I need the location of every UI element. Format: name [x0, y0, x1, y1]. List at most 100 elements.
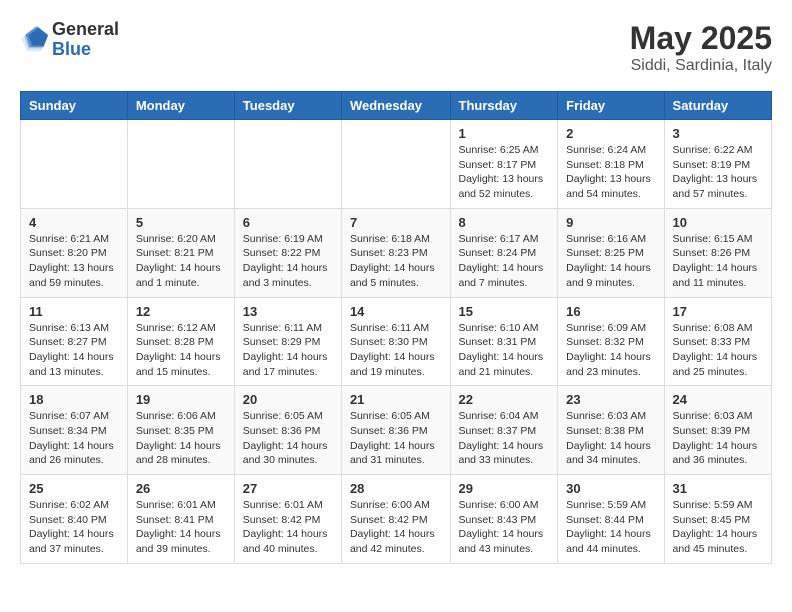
logo: General Blue	[20, 20, 119, 60]
calendar-cell: 12 Sunrise: 6:12 AM Sunset: 8:28 PM Dayli…	[127, 297, 234, 386]
calendar-week-row: 11 Sunrise: 6:13 AM Sunset: 8:27 PM Dayli…	[21, 297, 772, 386]
day-number: 8	[459, 215, 550, 230]
calendar-week-row: 4Sunrise: 6:21 AM Sunset: 8:20 PM Daylig…	[21, 208, 772, 297]
calendar-cell: 31 Sunrise: 5:59 AM Sunset: 8:45 PM Dayli…	[664, 475, 771, 564]
calendar-cell: 16 Sunrise: 6:09 AM Sunset: 8:32 PM Dayli…	[558, 297, 664, 386]
day-of-week-header: Saturday	[664, 92, 771, 120]
day-number: 27	[243, 481, 333, 496]
day-info: Sunrise: 5:59 AM Sunset: 8:44 PM Dayligh…	[566, 498, 655, 557]
day-info: Sunrise: 6:06 AM Sunset: 8:35 PM Dayligh…	[136, 409, 226, 468]
day-info: Sunrise: 6:10 AM Sunset: 8:31 PM Dayligh…	[459, 321, 550, 380]
day-info: Sunrise: 6:15 AM Sunset: 8:26 PM Dayligh…	[673, 232, 763, 291]
day-number: 26	[136, 481, 226, 496]
calendar-cell: 13 Sunrise: 6:11 AM Sunset: 8:29 PM Dayli…	[234, 297, 341, 386]
logo-text: General Blue	[52, 20, 119, 60]
day-info: Sunrise: 5:59 AM Sunset: 8:45 PM Dayligh…	[673, 498, 763, 557]
day-info: Sunrise: 6:13 AM Sunset: 8:27 PM Dayligh…	[29, 321, 119, 380]
day-number: 21	[350, 392, 442, 407]
day-info: Sunrise: 6:07 AM Sunset: 8:34 PM Dayligh…	[29, 409, 119, 468]
day-number: 11	[29, 304, 119, 319]
calendar-cell: 20 Sunrise: 6:05 AM Sunset: 8:36 PM Dayli…	[234, 386, 341, 475]
calendar-title: May 2025	[630, 20, 772, 57]
day-number: 28	[350, 481, 442, 496]
day-info: Sunrise: 6:12 AM Sunset: 8:28 PM Dayligh…	[136, 321, 226, 380]
calendar-header-row: SundayMondayTuesdayWednesdayThursdayFrid…	[21, 92, 772, 120]
page-header: General Blue May 2025 Siddi, Sardinia, I…	[20, 20, 772, 75]
day-number: 17	[673, 304, 763, 319]
day-number: 18	[29, 392, 119, 407]
calendar-cell: 25Sunrise: 6:02 AM Sunset: 8:40 PM Dayli…	[21, 475, 128, 564]
day-number: 25	[29, 481, 119, 496]
calendar-week-row: 1Sunrise: 6:25 AM Sunset: 8:17 PM Daylig…	[21, 120, 772, 209]
day-number: 22	[459, 392, 550, 407]
logo-general-text: General	[52, 20, 119, 40]
calendar-cell: 18 Sunrise: 6:07 AM Sunset: 8:34 PM Dayli…	[21, 386, 128, 475]
calendar-cell: 11 Sunrise: 6:13 AM Sunset: 8:27 PM Dayli…	[21, 297, 128, 386]
calendar-cell: 9 Sunrise: 6:16 AM Sunset: 8:25 PM Daylig…	[558, 208, 664, 297]
day-number: 2	[566, 126, 655, 141]
day-info: Sunrise: 6:11 AM Sunset: 8:30 PM Dayligh…	[350, 321, 442, 380]
day-info: Sunrise: 6:18 AM Sunset: 8:23 PM Dayligh…	[350, 232, 442, 291]
day-number: 15	[459, 304, 550, 319]
calendar-cell: 23Sunrise: 6:03 AM Sunset: 8:38 PM Dayli…	[558, 386, 664, 475]
day-info: Sunrise: 6:03 AM Sunset: 8:39 PM Dayligh…	[673, 409, 763, 468]
day-number: 16	[566, 304, 655, 319]
day-number: 13	[243, 304, 333, 319]
day-info: Sunrise: 6:24 AM Sunset: 8:18 PM Dayligh…	[566, 143, 655, 202]
day-info: Sunrise: 6:11 AM Sunset: 8:29 PM Dayligh…	[243, 321, 333, 380]
day-number: 29	[459, 481, 550, 496]
day-number: 24	[673, 392, 763, 407]
calendar-cell: 3Sunrise: 6:22 AM Sunset: 8:19 PM Daylig…	[664, 120, 771, 209]
calendar-cell	[234, 120, 341, 209]
calendar-cell: 24 Sunrise: 6:03 AM Sunset: 8:39 PM Dayli…	[664, 386, 771, 475]
calendar-cell: 27Sunrise: 6:01 AM Sunset: 8:42 PM Dayli…	[234, 475, 341, 564]
day-info: Sunrise: 6:08 AM Sunset: 8:33 PM Dayligh…	[673, 321, 763, 380]
day-of-week-header: Tuesday	[234, 92, 341, 120]
calendar-cell	[21, 120, 128, 209]
day-number: 9	[566, 215, 655, 230]
day-number: 12	[136, 304, 226, 319]
day-info: Sunrise: 6:16 AM Sunset: 8:25 PM Dayligh…	[566, 232, 655, 291]
day-number: 20	[243, 392, 333, 407]
calendar-cell: 1Sunrise: 6:25 AM Sunset: 8:17 PM Daylig…	[450, 120, 558, 209]
calendar-cell: 30 Sunrise: 5:59 AM Sunset: 8:44 PM Dayli…	[558, 475, 664, 564]
calendar-cell: 21 Sunrise: 6:05 AM Sunset: 8:36 PM Dayli…	[341, 386, 450, 475]
day-number: 7	[350, 215, 442, 230]
calendar-subtitle: Siddi, Sardinia, Italy	[630, 57, 772, 75]
day-info: Sunrise: 6:05 AM Sunset: 8:36 PM Dayligh…	[243, 409, 333, 468]
calendar-cell	[341, 120, 450, 209]
day-info: Sunrise: 6:00 AM Sunset: 8:42 PM Dayligh…	[350, 498, 442, 557]
day-number: 1	[459, 126, 550, 141]
day-of-week-header: Sunday	[21, 92, 128, 120]
calendar-cell	[127, 120, 234, 209]
day-number: 19	[136, 392, 226, 407]
calendar-cell: 22Sunrise: 6:04 AM Sunset: 8:37 PM Dayli…	[450, 386, 558, 475]
day-info: Sunrise: 6:21 AM Sunset: 8:20 PM Dayligh…	[29, 232, 119, 291]
day-number: 3	[673, 126, 763, 141]
calendar-cell: 2 Sunrise: 6:24 AM Sunset: 8:18 PM Daylig…	[558, 120, 664, 209]
day-info: Sunrise: 6:19 AM Sunset: 8:22 PM Dayligh…	[243, 232, 333, 291]
calendar-week-row: 18 Sunrise: 6:07 AM Sunset: 8:34 PM Dayli…	[21, 386, 772, 475]
day-info: Sunrise: 6:00 AM Sunset: 8:43 PM Dayligh…	[459, 498, 550, 557]
calendar-cell: 7 Sunrise: 6:18 AM Sunset: 8:23 PM Daylig…	[341, 208, 450, 297]
calendar-cell: 5Sunrise: 6:20 AM Sunset: 8:21 PM Daylig…	[127, 208, 234, 297]
day-of-week-header: Monday	[127, 92, 234, 120]
calendar-cell: 14Sunrise: 6:11 AM Sunset: 8:30 PM Dayli…	[341, 297, 450, 386]
day-number: 23	[566, 392, 655, 407]
logo-icon	[20, 26, 48, 54]
day-number: 6	[243, 215, 333, 230]
calendar-cell: 29 Sunrise: 6:00 AM Sunset: 8:43 PM Dayli…	[450, 475, 558, 564]
day-number: 31	[673, 481, 763, 496]
calendar-cell: 4Sunrise: 6:21 AM Sunset: 8:20 PM Daylig…	[21, 208, 128, 297]
logo-blue-text: Blue	[52, 40, 119, 60]
day-info: Sunrise: 6:01 AM Sunset: 8:41 PM Dayligh…	[136, 498, 226, 557]
day-info: Sunrise: 6:05 AM Sunset: 8:36 PM Dayligh…	[350, 409, 442, 468]
day-number: 10	[673, 215, 763, 230]
calendar-table: SundayMondayTuesdayWednesdayThursdayFrid…	[20, 91, 772, 564]
day-info: Sunrise: 6:20 AM Sunset: 8:21 PM Dayligh…	[136, 232, 226, 291]
calendar-cell: 28 Sunrise: 6:00 AM Sunset: 8:42 PM Dayli…	[341, 475, 450, 564]
calendar-cell: 6 Sunrise: 6:19 AM Sunset: 8:22 PM Daylig…	[234, 208, 341, 297]
day-info: Sunrise: 6:09 AM Sunset: 8:32 PM Dayligh…	[566, 321, 655, 380]
calendar-week-row: 25Sunrise: 6:02 AM Sunset: 8:40 PM Dayli…	[21, 475, 772, 564]
day-number: 30	[566, 481, 655, 496]
